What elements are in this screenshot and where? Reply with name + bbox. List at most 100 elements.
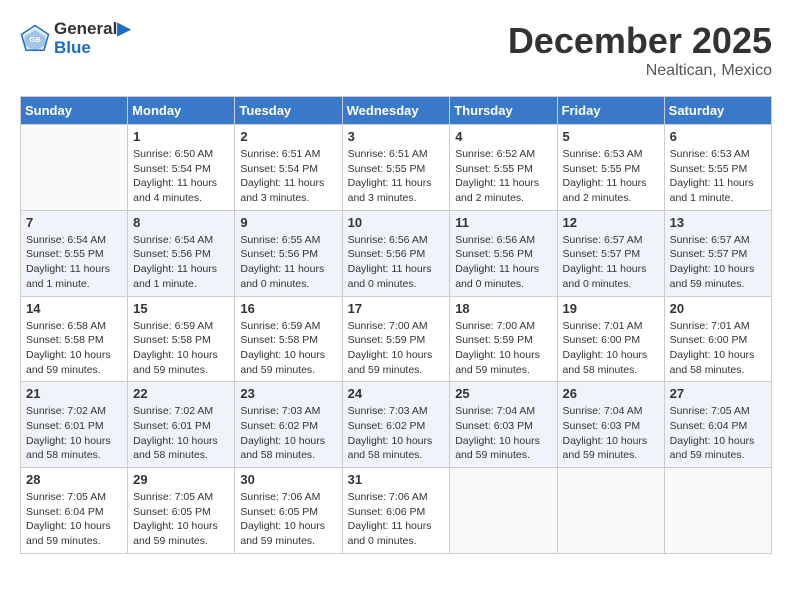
day-info: Sunrise: 7:05 AMSunset: 6:04 PMDaylight:… xyxy=(670,404,766,463)
day-number: 13 xyxy=(670,215,766,230)
day-number: 8 xyxy=(133,215,229,230)
day-info: Sunrise: 7:01 AMSunset: 6:00 PMDaylight:… xyxy=(563,319,659,378)
day-number: 21 xyxy=(26,386,122,401)
table-row: 13Sunrise: 6:57 AMSunset: 5:57 PMDayligh… xyxy=(664,210,771,296)
table-row: 3 Sunrise: 6:51 AMSunset: 5:55 PMDaylight… xyxy=(342,125,450,211)
calendar-header-row: Sunday Monday Tuesday Wednesday Thursday… xyxy=(21,97,772,125)
table-row: 1Sunrise: 6:50 AMSunset: 5:54 PMDaylight… xyxy=(128,125,235,211)
day-number: 30 xyxy=(240,472,336,487)
col-tuesday: Tuesday xyxy=(235,97,342,125)
table-row: 17 Sunrise: 7:00 AMSunset: 5:59 PMDayligh… xyxy=(342,296,450,382)
table-row: 29 Sunrise: 7:05 AMSunset: 6:05 PMDayligh… xyxy=(128,468,235,554)
day-number: 24 xyxy=(348,386,445,401)
calendar-week-row: 28 Sunrise: 7:05 AMSunset: 6:04 PMDayligh… xyxy=(21,468,772,554)
day-info: Sunrise: 6:51 AMSunset: 5:54 PMDaylight:… xyxy=(240,147,336,206)
table-row: 27 Sunrise: 7:05 AMSunset: 6:04 PMDayligh… xyxy=(664,382,771,468)
col-monday: Monday xyxy=(128,97,235,125)
table-row: 16Sunrise: 6:59 AMSunset: 5:58 PMDayligh… xyxy=(235,296,342,382)
day-number: 4 xyxy=(455,129,551,144)
day-number: 9 xyxy=(240,215,336,230)
col-thursday: Thursday xyxy=(450,97,557,125)
table-row: 8 Sunrise: 6:54 AMSunset: 5:56 PMDaylight… xyxy=(128,210,235,296)
logo: GB General▶ Blue xyxy=(20,20,130,57)
title-block: December 2025 Nealtican, Mexico xyxy=(508,20,772,80)
day-info: Sunrise: 7:00 AMSunset: 5:59 PMDaylight:… xyxy=(455,319,551,378)
day-info: Sunrise: 7:05 AMSunset: 6:04 PMDaylight:… xyxy=(26,490,122,549)
table-row: 12 Sunrise: 6:57 AMSunset: 5:57 PMDayligh… xyxy=(557,210,664,296)
day-info: Sunrise: 7:06 AMSunset: 6:06 PMDaylight:… xyxy=(348,490,445,549)
table-row: 6 Sunrise: 6:53 AMSunset: 5:55 PMDaylight… xyxy=(664,125,771,211)
day-number: 20 xyxy=(670,301,766,316)
table-row: 20 Sunrise: 7:01 AMSunset: 6:00 PMDayligh… xyxy=(664,296,771,382)
calendar-week-row: 14 Sunrise: 6:58 AMSunset: 5:58 PMDayligh… xyxy=(21,296,772,382)
table-row: 23 Sunrise: 7:03 AMSunset: 6:02 PMDayligh… xyxy=(235,382,342,468)
day-number: 27 xyxy=(670,386,766,401)
table-row: 28 Sunrise: 7:05 AMSunset: 6:04 PMDayligh… xyxy=(21,468,128,554)
day-info: Sunrise: 7:02 AMSunset: 6:01 PMDaylight:… xyxy=(26,404,122,463)
day-info: Sunrise: 6:50 AMSunset: 5:54 PMDaylight:… xyxy=(133,147,229,206)
day-number: 2 xyxy=(240,129,336,144)
table-row: 18 Sunrise: 7:00 AMSunset: 5:59 PMDayligh… xyxy=(450,296,557,382)
table-row: 2 Sunrise: 6:51 AMSunset: 5:54 PMDaylight… xyxy=(235,125,342,211)
day-number: 23 xyxy=(240,386,336,401)
table-row: 10Sunrise: 6:56 AMSunset: 5:56 PMDayligh… xyxy=(342,210,450,296)
table-row: 15 Sunrise: 6:59 AMSunset: 5:58 PMDayligh… xyxy=(128,296,235,382)
day-info: Sunrise: 6:51 AMSunset: 5:55 PMDaylight:… xyxy=(348,147,445,206)
day-info: Sunrise: 6:59 AMSunset: 5:58 PMDaylight:… xyxy=(133,319,229,378)
day-number: 19 xyxy=(563,301,659,316)
day-info: Sunrise: 6:58 AMSunset: 5:58 PMDaylight:… xyxy=(26,319,122,378)
table-row: 11 Sunrise: 6:56 AMSunset: 5:56 PMDayligh… xyxy=(450,210,557,296)
day-info: Sunrise: 7:01 AMSunset: 6:00 PMDaylight:… xyxy=(670,319,766,378)
day-info: Sunrise: 6:56 AMSunset: 5:56 PMDaylight:… xyxy=(455,233,551,292)
day-info: Sunrise: 7:06 AMSunset: 6:05 PMDaylight:… xyxy=(240,490,336,549)
day-info: Sunrise: 6:52 AMSunset: 5:55 PMDaylight:… xyxy=(455,147,551,206)
table-row: 19 Sunrise: 7:01 AMSunset: 6:00 PMDayligh… xyxy=(557,296,664,382)
day-info: Sunrise: 7:00 AMSunset: 5:59 PMDaylight:… xyxy=(348,319,445,378)
day-info: Sunrise: 6:53 AMSunset: 5:55 PMDaylight:… xyxy=(670,147,766,206)
day-info: Sunrise: 6:56 AMSunset: 5:56 PMDaylight:… xyxy=(348,233,445,292)
table-row: 9Sunrise: 6:55 AMSunset: 5:56 PMDaylight… xyxy=(235,210,342,296)
day-number: 25 xyxy=(455,386,551,401)
col-saturday: Saturday xyxy=(664,97,771,125)
day-number: 17 xyxy=(348,301,445,316)
table-row: 22Sunrise: 7:02 AMSunset: 6:01 PMDayligh… xyxy=(128,382,235,468)
day-info: Sunrise: 7:04 AMSunset: 6:03 PMDaylight:… xyxy=(563,404,659,463)
table-row: 14 Sunrise: 6:58 AMSunset: 5:58 PMDayligh… xyxy=(21,296,128,382)
table-row xyxy=(664,468,771,554)
day-number: 15 xyxy=(133,301,229,316)
day-number: 14 xyxy=(26,301,122,316)
day-info: Sunrise: 7:05 AMSunset: 6:05 PMDaylight:… xyxy=(133,490,229,549)
calendar-week-row: 1Sunrise: 6:50 AMSunset: 5:54 PMDaylight… xyxy=(21,125,772,211)
day-number: 3 xyxy=(348,129,445,144)
day-info: Sunrise: 6:57 AMSunset: 5:57 PMDaylight:… xyxy=(563,233,659,292)
day-info: Sunrise: 6:54 AMSunset: 5:56 PMDaylight:… xyxy=(133,233,229,292)
day-info: Sunrise: 7:03 AMSunset: 6:02 PMDaylight:… xyxy=(240,404,336,463)
month-title: December 2025 xyxy=(508,20,772,62)
day-info: Sunrise: 6:54 AMSunset: 5:55 PMDaylight:… xyxy=(26,233,122,292)
col-sunday: Sunday xyxy=(21,97,128,125)
day-number: 28 xyxy=(26,472,122,487)
day-number: 6 xyxy=(670,129,766,144)
page-header: GB General▶ Blue December 2025 Nealtican… xyxy=(20,20,772,80)
table-row xyxy=(21,125,128,211)
table-row: 5 Sunrise: 6:53 AMSunset: 5:55 PMDaylight… xyxy=(557,125,664,211)
day-number: 22 xyxy=(133,386,229,401)
day-number: 5 xyxy=(563,129,659,144)
table-row: 4 Sunrise: 6:52 AMSunset: 5:55 PMDaylight… xyxy=(450,125,557,211)
day-number: 18 xyxy=(455,301,551,316)
day-number: 11 xyxy=(455,215,551,230)
table-row: 26Sunrise: 7:04 AMSunset: 6:03 PMDayligh… xyxy=(557,382,664,468)
day-number: 7 xyxy=(26,215,122,230)
location: Nealtican, Mexico xyxy=(508,62,772,80)
table-row: 25Sunrise: 7:04 AMSunset: 6:03 PMDayligh… xyxy=(450,382,557,468)
day-number: 16 xyxy=(240,301,336,316)
svg-text:GB: GB xyxy=(29,35,41,44)
day-number: 12 xyxy=(563,215,659,230)
calendar-week-row: 21 Sunrise: 7:02 AMSunset: 6:01 PMDayligh… xyxy=(21,382,772,468)
col-friday: Friday xyxy=(557,97,664,125)
logo-icon: GB xyxy=(20,24,50,54)
day-number: 29 xyxy=(133,472,229,487)
table-row: 24Sunrise: 7:03 AMSunset: 6:02 PMDayligh… xyxy=(342,382,450,468)
day-info: Sunrise: 6:53 AMSunset: 5:55 PMDaylight:… xyxy=(563,147,659,206)
logo-text: General▶ Blue xyxy=(54,20,130,57)
